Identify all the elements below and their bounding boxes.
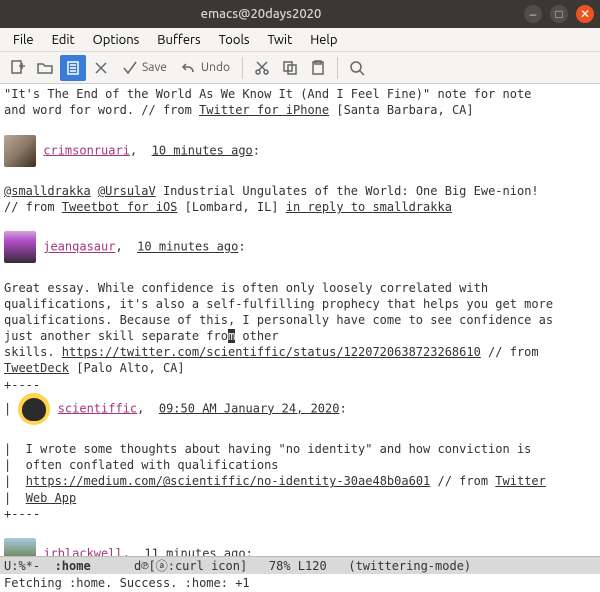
tweet-meta: TweetDeck [Palo Alto, CA] [4,360,596,376]
menu-file[interactable]: File [4,33,43,47]
source-link[interactable]: Tweetbot for iOS [62,200,178,214]
menu-edit[interactable]: Edit [43,33,84,47]
menu-bar: File Edit Options Buffers Tools Twit Hel… [0,28,600,52]
new-file-icon [9,60,25,76]
page-icon [65,60,81,76]
tweet-header: crimsonruari, 10 minutes ago: [4,135,596,167]
tweet-fragment-line: "It's The End of the World As We Know It… [4,86,596,102]
source-link[interactable]: TweetDeck [4,361,69,375]
tweet-header: jeanqasaur, 10 minutes ago: [4,231,596,263]
menu-options[interactable]: Options [84,33,149,47]
new-file-button[interactable] [4,55,30,81]
tweet-body: | Web App [4,490,596,506]
timestamp-link[interactable]: 10 minutes ago [137,240,238,254]
window-titlebar: emacs@20days2020 ‒ □ ✕ [0,0,600,28]
tweet-body: skills. https://twitter.com/scientiffic/… [4,344,596,360]
source-link[interactable]: Twitter for iPhone [199,103,329,117]
cut-button[interactable] [249,55,275,81]
tweet-body: qualifications. Because of this, I perso… [4,312,596,328]
source-link[interactable]: Twitter [495,474,546,488]
menu-help[interactable]: Help [301,33,346,47]
avatar [4,135,36,167]
thread-marker: +---- [4,506,596,522]
tweet-header: | scientiffic, 09:50 AM January 24, 2020… [4,393,596,425]
source-link[interactable]: Web App [26,491,77,505]
tweet-body: | often conflated with qualifications [4,457,596,473]
tweet-body: just another skill separate from other [4,328,596,344]
copy-icon [282,60,298,76]
dired-button[interactable] [60,55,86,81]
search-icon [349,60,365,76]
mention-link[interactable]: @UrsulaV [98,184,156,198]
save-button[interactable]: Save [116,55,173,81]
tweet-body: | https://medium.com/@scientiffic/no-ide… [4,473,596,489]
toolbar-separator [242,57,243,79]
url-link[interactable]: https://twitter.com/scientiffic/status/1… [62,345,481,359]
toolbar: Save Undo [0,52,600,84]
undo-icon [181,60,197,76]
tweet-body: @smalldrakka @UrsulaV Industrial Ungulat… [4,183,596,199]
cut-icon [254,60,270,76]
avatar [18,393,50,425]
undo-label: Undo [201,61,230,74]
buffer-name: :home [55,559,91,573]
paste-icon [310,60,326,76]
undo-button[interactable]: Undo [175,55,236,81]
username-link[interactable]: jeanqasaur [43,240,115,254]
tweet-meta: // from Tweetbot for iOS [Lombard, IL] i… [4,199,596,215]
username-link[interactable]: jrblackwell [43,547,122,556]
menu-twit[interactable]: Twit [259,33,302,47]
mode-line[interactable]: U:%*- :home d℗[ⓐ:curl icon] 78% L120 (tw… [0,556,600,574]
window-maximize-button[interactable]: □ [550,5,568,23]
toolbar-separator-2 [337,57,338,79]
timestamp-link[interactable]: 10 minutes ago [152,143,253,157]
tweet-fragment-line: and word for word. // from Twitter for i… [4,102,596,118]
buffer-content[interactable]: "It's The End of the World As We Know It… [0,84,600,556]
timestamp-link[interactable]: 11 minutes ago [144,547,245,556]
thread-marker: +---- [4,377,596,393]
kill-buffer-button[interactable] [88,55,114,81]
tweet-body: Great essay. While confidence is often o… [4,280,596,296]
search-button[interactable] [344,55,370,81]
window-close-button[interactable]: ✕ [576,5,594,23]
echo-area: Fetching :home. Success. :home: +1 [0,574,600,592]
avatar [4,231,36,263]
username-link[interactable]: scientiffic [58,401,137,415]
open-file-button[interactable] [32,55,58,81]
username-link[interactable]: crimsonruari [43,143,130,157]
copy-button[interactable] [277,55,303,81]
avatar [4,538,36,556]
reply-link[interactable]: in reply to smalldrakka [286,200,452,214]
save-label: Save [142,61,167,74]
timestamp-link[interactable]: 09:50 AM January 24, 2020 [159,401,340,415]
menu-buffers[interactable]: Buffers [148,33,209,47]
url-link[interactable]: https://medium.com/@scientiffic/no-ident… [26,474,431,488]
window-title: emacs@20days2020 [6,7,516,21]
tweet-header: jrblackwell, 11 minutes ago: [4,538,596,556]
tweet-body: | I wrote some thoughts about having "no… [4,441,596,457]
paste-button[interactable] [305,55,331,81]
tweet-body: qualifications, it's also a self-fulfill… [4,296,596,312]
mention-link[interactable]: @smalldrakka [4,184,91,198]
folder-icon [37,60,53,76]
save-icon [122,60,138,76]
window-minimize-button[interactable]: ‒ [524,5,542,23]
close-icon [93,60,109,76]
menu-tools[interactable]: Tools [210,33,259,47]
